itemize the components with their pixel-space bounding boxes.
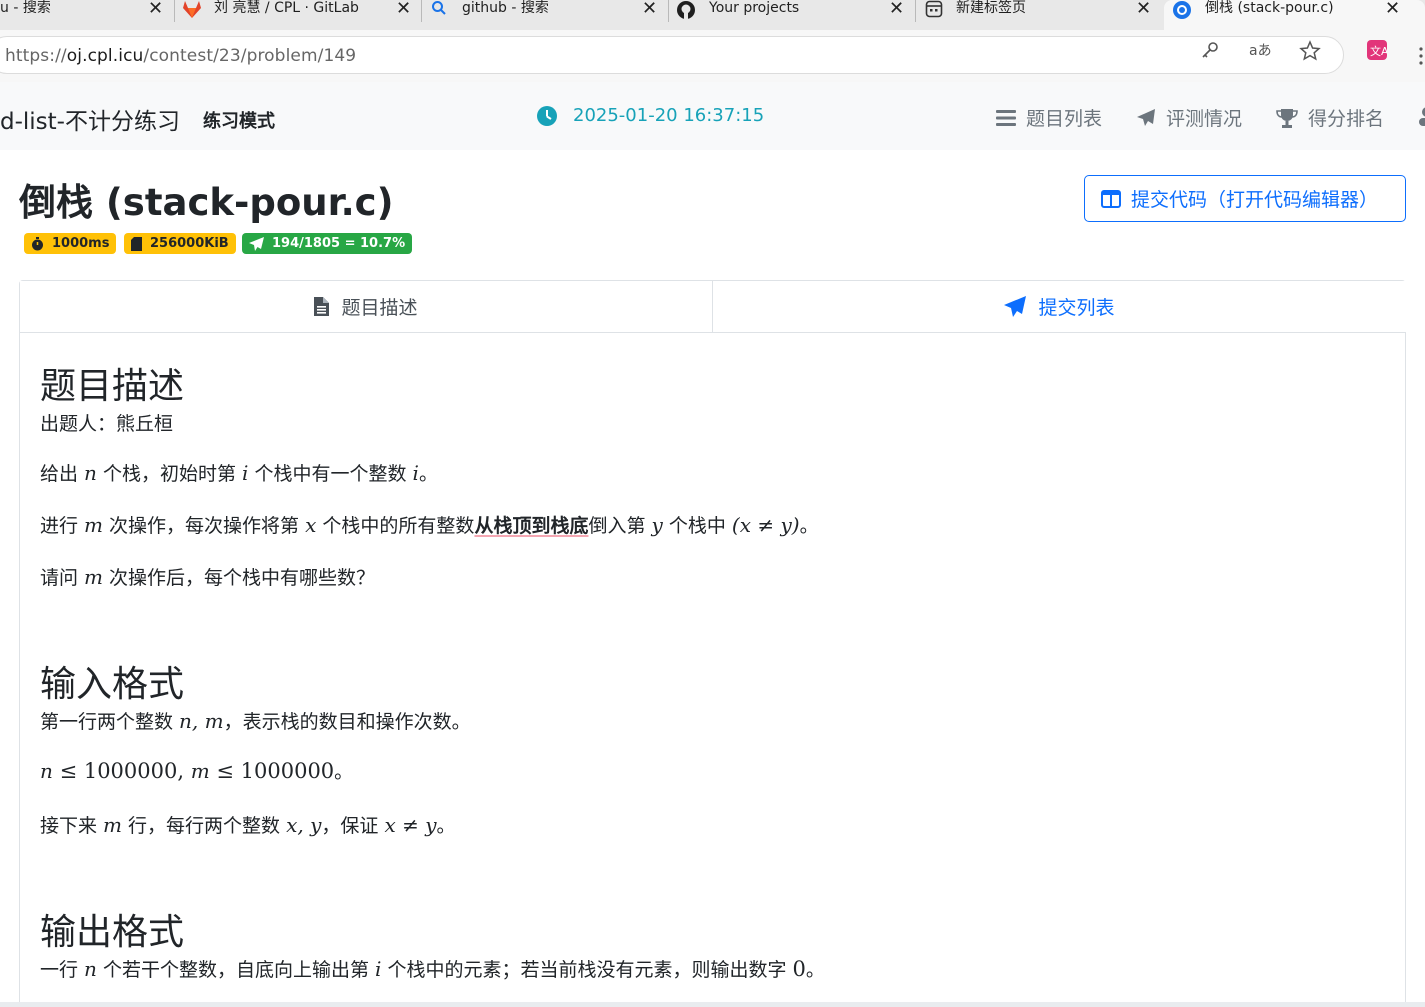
address-bar[interactable]: https://oj.cpl.icu/contest/23/problem/14… [0,36,1344,74]
acceptance-value: 194/1805 = 10.7% [272,236,406,251]
acceptance-badge: 194/1805 = 10.7% [242,233,413,254]
statement-paragraph: 请问 m 次操作后，每个栈中有哪些数？ [40,565,376,589]
problem-title: 倒栈 (stack-pour.c) [19,181,394,224]
time-limit-badge: 1000ms [24,233,117,254]
description-heading: 题目描述 [40,366,185,407]
svg-text:aあ: aあ [1249,43,1272,59]
browser-tab[interactable]: u - 搜索 ✕ [0,0,172,30]
tab-title: github - 搜索 [462,0,549,16]
close-icon[interactable]: ✕ [642,0,657,18]
browser-tab[interactable]: github - 搜索 ✕ [423,0,668,30]
clock-icon [537,106,557,130]
tab-title: Your projects [709,0,800,16]
submit-code-button[interactable]: 提交代码（打开代码编辑器） [1084,175,1406,222]
statement-paragraph: 给出 n 个栈，初始时第 i 个栈中有一个整数 i。 [40,461,438,485]
browser-tab-active[interactable]: 倒栈 (stack-pour.c) ✕ [1164,0,1425,30]
problem-card: 题目描述 提交列表 题目描述 出题人：熊丘桓 给出 n 个栈，初始时第 i 个栈… [19,280,1406,1007]
nav-ranking[interactable]: 得分排名 [1276,104,1384,131]
tab-title: u - 搜索 [0,0,51,16]
practice-mode-label: 练习模式 [203,111,275,132]
tab-separator [668,0,669,22]
browser-tab-strip: u - 搜索 ✕ 刘 亮慧 / CPL · GitLab ✕ github - … [0,0,1425,30]
paper-plane-icon [1004,296,1027,317]
list-icon [996,109,1016,126]
tab-submissions-label: 提交列表 [1038,297,1115,319]
tab-separator [174,0,175,22]
browser-tab[interactable]: 新建标签页 ✕ [917,0,1162,30]
key-icon[interactable] [1199,40,1221,62]
problem-author: 出题人：熊丘桓 [40,413,174,435]
url-host: oj.cpl.icu [66,46,144,66]
tab-description[interactable]: 题目描述 [20,281,713,333]
tab-separator [421,0,422,22]
tab-separator [915,0,916,22]
close-icon[interactable]: ✕ [396,0,411,18]
memory-limit-badge: 256000KiB [124,233,236,254]
stopwatch-icon [32,236,43,250]
chrome-icon [1172,0,1192,24]
translate-icon[interactable]: aあ [1249,40,1273,62]
browser-tab[interactable]: Your projects ✕ [670,0,915,30]
emphasis-text: 从栈顶到栈底 [474,515,589,537]
nav-judge-status[interactable]: 评测情况 [1136,104,1242,131]
close-icon[interactable]: ✕ [148,0,163,18]
file-text-icon [314,297,330,316]
output-format-heading: 输出格式 [40,912,185,953]
svg-text:文A: 文A [1370,44,1387,58]
close-icon[interactable]: ✕ [889,0,904,18]
nav-label: 得分排名 [1308,108,1385,130]
nav-label: 题目列表 [1026,108,1103,130]
extension-icon[interactable]: 文A [1366,40,1389,62]
input-paragraph: 第一行两个整数 n, m，表示栈的数目和操作次数。 [40,709,471,733]
editor-icon [1101,189,1121,208]
time-limit-value: 1000ms [52,236,110,251]
browser-toolbar: https://oj.cpl.icu/contest/23/problem/14… [0,30,1425,82]
input-format-heading: 输入格式 [40,664,185,705]
url-path: /contest/23/problem/149 [143,46,357,66]
input-paragraph: 接下来 m 行，每行两个整数 x, y，保证 x ≠ y。 [40,813,456,837]
more-menu-icon[interactable] [1419,46,1423,66]
close-icon[interactable]: ✕ [1385,0,1400,18]
user-icon[interactable] [1418,106,1425,130]
output-paragraph: 一行 n 个若干个整数，自底向上输出第 i 个栈中的元素；若当前栈没有元素，则输… [40,957,825,981]
paper-plane-icon [249,236,264,251]
nav-label: 评测情况 [1166,108,1243,130]
gitlab-icon [182,0,202,22]
browser-tab[interactable]: 刘 亮慧 / CPL · GitLab ✕ [176,0,421,30]
tab-title: 刘 亮慧 / CPL · GitLab [214,0,359,16]
trophy-icon [1276,108,1298,128]
tab-submissions[interactable]: 提交列表 [713,281,1406,333]
url-prefix: https:// [5,46,67,66]
url-text[interactable]: https://oj.cpl.icu/contest/23/problem/14… [5,46,356,66]
tab-title: 倒栈 (stack-pour.c) [1205,0,1334,16]
statement-paragraph: 进行 m 次操作，每次操作将第 x 个栈中的所有整数从栈顶到栈底倒入第 y 个栈… [40,513,819,537]
contest-name[interactable]: d-list-不计分练习 [0,102,180,136]
paper-plane-icon [1137,108,1155,126]
nav-problem-list[interactable]: 题目列表 [996,104,1102,131]
input-constraint: n ≤ 1000000, m ≤ 1000000。 [40,759,354,783]
page-bottom-edge [0,1002,1425,1007]
star-icon[interactable] [1299,40,1321,62]
search-icon [431,0,447,20]
submit-code-label: 提交代码（打开代码编辑器） [1131,189,1379,211]
tab-title: 新建标签页 [956,0,1026,16]
github-icon [676,0,696,24]
sd-card-icon [131,236,142,251]
newtab-icon [925,0,943,22]
close-icon[interactable]: ✕ [1136,0,1151,18]
site-navbar: d-list-不计分练习 练习模式 2025-01-20 16:37:15 题目… [0,82,1425,150]
server-time: 2025-01-20 16:37:15 [573,105,765,126]
tab-description-label: 题目描述 [341,297,418,319]
memory-limit-value: 256000KiB [150,236,229,251]
